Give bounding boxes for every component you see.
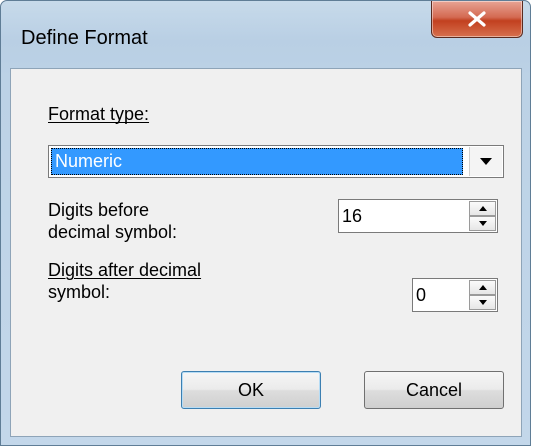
spin-up-icon bbox=[478, 206, 487, 211]
digits-before-label-line1: Digits before bbox=[48, 200, 150, 220]
dialog-body: Format type: Numeric Digits before decim… bbox=[10, 68, 522, 437]
cancel-button[interactable]: Cancel bbox=[364, 371, 504, 409]
digits-after-label: Digits after decimal symbol: bbox=[48, 259, 202, 303]
format-type-selected-value: Numeric bbox=[51, 148, 463, 175]
format-type-dropdown-button[interactable] bbox=[469, 147, 502, 176]
ok-button[interactable]: OK bbox=[181, 371, 321, 409]
dialog-window: Define Format Format type: Numeric Digit… bbox=[0, 0, 531, 446]
spin-down-icon bbox=[478, 221, 487, 226]
digits-after-increment-button[interactable] bbox=[469, 280, 496, 295]
close-icon bbox=[468, 11, 486, 27]
digits-before-label: Digits before decimal symbol: bbox=[48, 199, 177, 243]
format-type-label: Format type: bbox=[48, 103, 150, 125]
digits-before-increment-button[interactable] bbox=[469, 201, 496, 216]
digits-after-label-line2: symbol: bbox=[48, 282, 111, 302]
close-button[interactable] bbox=[431, 1, 523, 38]
digits-after-spin-buttons bbox=[469, 280, 496, 310]
spin-down-icon bbox=[478, 300, 487, 305]
chevron-down-icon bbox=[480, 158, 492, 165]
digits-before-spin-buttons bbox=[469, 201, 496, 231]
digits-after-value: 0 bbox=[416, 285, 427, 305]
digits-after-decrement-button[interactable] bbox=[469, 295, 496, 310]
digits-after-label-line1: Digits after decimal bbox=[48, 259, 202, 281]
format-type-select[interactable]: Numeric bbox=[48, 145, 504, 178]
spin-up-icon bbox=[478, 285, 487, 290]
digits-before-stepper[interactable]: 16 bbox=[338, 199, 498, 233]
format-type-label-text: Format type: bbox=[48, 104, 150, 124]
digits-before-value: 16 bbox=[342, 206, 363, 226]
window-title: Define Format bbox=[21, 27, 148, 49]
digits-before-label-line2: decimal symbol: bbox=[48, 222, 178, 242]
digits-before-decrement-button[interactable] bbox=[469, 216, 496, 231]
digits-after-stepper[interactable]: 0 bbox=[412, 278, 498, 312]
